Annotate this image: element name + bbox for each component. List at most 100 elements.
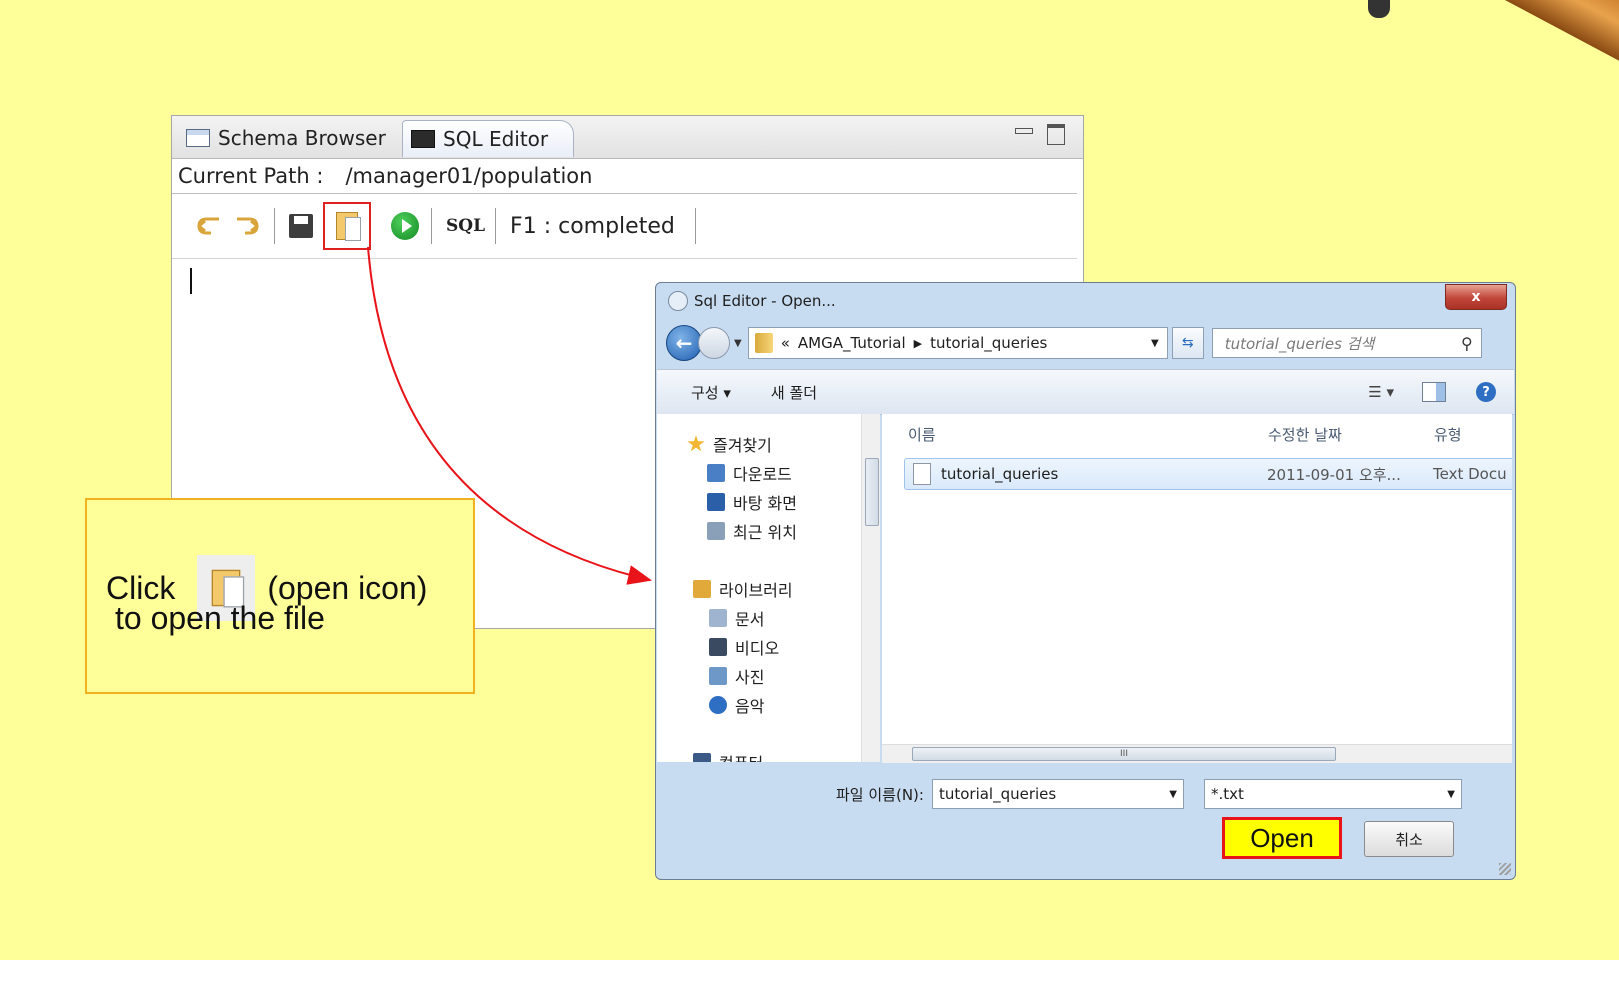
address-row: ← ▼ « AMGA_Tutorial ▶ tutorial_queries ▼… bbox=[666, 325, 1504, 361]
nav-pictures[interactable]: 사진 bbox=[709, 664, 764, 688]
column-header-name[interactable]: 이름 bbox=[908, 424, 936, 445]
navigation-pane: 즐겨찾기 다운로드 바탕 화면 최근 위치 라이브러리 문서 비디오 사진 음악 bbox=[657, 414, 866, 762]
help-icon[interactable]: ? bbox=[1476, 382, 1496, 402]
dialog-app-icon bbox=[668, 291, 688, 311]
run-button[interactable] bbox=[389, 210, 421, 242]
file-list-pane: 이름 수정한 날짜 유형 tutorial_queries 2011-09-01… bbox=[882, 414, 1512, 762]
text-caret bbox=[190, 268, 192, 294]
sql-button[interactable]: SQL bbox=[446, 216, 485, 236]
current-path-value: /manager01/population bbox=[345, 164, 593, 188]
nav-recent-places[interactable]: 최근 위치 bbox=[707, 519, 797, 543]
open-button[interactable]: Open bbox=[1222, 817, 1342, 859]
column-header-type[interactable]: 유형 bbox=[1434, 424, 1462, 445]
filename-row: 파일 이름(N): tutorial_queries ▼ *.txt ▼ bbox=[836, 778, 1496, 810]
nav-documents[interactable]: 문서 bbox=[709, 606, 764, 630]
nav-label: 다운로드 bbox=[733, 465, 792, 484]
search-input[interactable]: tutorial_queries 검색 ⚲ bbox=[1211, 328, 1482, 358]
navigation-scrollbar[interactable] bbox=[861, 414, 880, 762]
filename-dropdown-icon[interactable]: ▼ bbox=[1169, 789, 1177, 800]
nav-libraries[interactable]: 라이브러리 bbox=[693, 577, 793, 601]
preview-pane-icon[interactable] bbox=[1422, 382, 1446, 402]
nav-favorites[interactable]: 즐겨찾기 bbox=[687, 432, 772, 456]
nav-computer[interactable]: 컴퓨터 bbox=[693, 750, 763, 762]
schema-browser-icon bbox=[186, 129, 210, 147]
save-button[interactable] bbox=[285, 210, 317, 242]
redo-icon bbox=[237, 217, 259, 235]
breadcrumb-chevron-icon[interactable]: ▶ bbox=[914, 337, 922, 350]
open-file-button[interactable] bbox=[323, 202, 371, 250]
nav-desktop[interactable]: 바탕 화면 bbox=[707, 490, 797, 514]
nav-label: 사진 bbox=[735, 668, 765, 687]
dialog-close-button[interactable]: x bbox=[1445, 284, 1507, 310]
dialog-title-bar: Sql Editor - Open... bbox=[668, 291, 836, 311]
nav-music[interactable]: 음악 bbox=[709, 693, 764, 717]
recent-places-icon bbox=[707, 522, 725, 540]
tab-schema-browser[interactable]: Schema Browser bbox=[178, 120, 400, 156]
tab-sql-editor[interactable]: SQL Editor bbox=[402, 120, 574, 157]
back-button[interactable]: ← bbox=[666, 325, 702, 361]
nav-label: 라이브러리 bbox=[719, 581, 793, 600]
pencil-tip-decoration bbox=[1368, 0, 1390, 18]
videos-icon bbox=[709, 638, 727, 656]
change-view-icon[interactable]: ☰ ▾ bbox=[1368, 383, 1394, 401]
music-icon bbox=[709, 696, 727, 714]
nav-label: 최근 위치 bbox=[733, 523, 797, 542]
minimize-icon[interactable] bbox=[1015, 128, 1033, 134]
pictures-icon bbox=[709, 667, 727, 685]
redo-button[interactable] bbox=[232, 210, 264, 242]
undo-icon bbox=[197, 217, 219, 235]
tab-label: Schema Browser bbox=[218, 126, 386, 150]
instruction-callout: Click (open icon) to open the file bbox=[85, 498, 475, 694]
horizontal-scroll-thumb[interactable]: III bbox=[912, 747, 1336, 761]
nav-label: 컴퓨터 bbox=[719, 750, 763, 762]
editor-tab-bar: Schema Browser SQL Editor bbox=[172, 116, 1083, 159]
nav-videos[interactable]: 비디오 bbox=[709, 635, 779, 659]
callout-line-2: to open the file bbox=[115, 600, 325, 636]
current-path-bar: Current Path : /manager01/population bbox=[172, 159, 1077, 194]
address-dropdown-icon[interactable]: ▼ bbox=[1151, 338, 1159, 349]
maximize-icon[interactable] bbox=[1047, 124, 1065, 145]
file-type-select[interactable]: *.txt ▼ bbox=[1203, 779, 1462, 809]
toolbar-separator bbox=[431, 208, 432, 244]
forward-button[interactable] bbox=[698, 327, 730, 359]
file-type: Text Docu bbox=[1433, 465, 1507, 483]
desktop-icon bbox=[707, 493, 725, 511]
sql-editor-icon bbox=[411, 130, 435, 148]
column-header-date[interactable]: 수정한 날짜 bbox=[1268, 424, 1342, 445]
current-path-label: Current Path : bbox=[178, 164, 324, 188]
folder-icon bbox=[754, 333, 773, 353]
toolbar-separator bbox=[274, 208, 275, 244]
nav-label: 음악 bbox=[735, 697, 765, 716]
command-bar: 구성 ▾ 새 폴더 ☰ ▾ ? bbox=[657, 369, 1514, 415]
nav-label: 즐겨찾기 bbox=[713, 436, 772, 455]
file-type-value: *.txt bbox=[1210, 785, 1244, 803]
refresh-button[interactable]: ⇆ bbox=[1171, 327, 1204, 359]
new-folder-button[interactable]: 새 폴더 bbox=[771, 382, 817, 403]
breadcrumb-tutorial-queries[interactable]: tutorial_queries bbox=[930, 334, 1047, 352]
dialog-title: Sql Editor - Open... bbox=[694, 292, 836, 310]
file-name: tutorial_queries bbox=[941, 465, 1059, 483]
organize-menu[interactable]: 구성 ▾ bbox=[691, 382, 731, 403]
history-dropdown-icon[interactable]: ▼ bbox=[734, 338, 742, 349]
open-file-dialog: Sql Editor - Open... x ← ▼ « AMGA_Tutori… bbox=[655, 282, 1516, 880]
address-bar[interactable]: « AMGA_Tutorial ▶ tutorial_queries ▼ bbox=[747, 327, 1168, 359]
status-text: F1 : completed bbox=[510, 213, 675, 239]
cancel-button[interactable]: 취소 bbox=[1364, 821, 1454, 857]
breadcrumb-amga-tutorial[interactable]: AMGA_Tutorial bbox=[798, 334, 906, 352]
search-icon[interactable]: ⚲ bbox=[1461, 334, 1473, 353]
computer-icon bbox=[693, 753, 711, 762]
nav-downloads[interactable]: 다운로드 bbox=[707, 461, 792, 485]
resize-grip[interactable] bbox=[1499, 863, 1511, 875]
file-type-dropdown-icon[interactable]: ▼ bbox=[1447, 789, 1455, 800]
filename-input[interactable]: tutorial_queries ▼ bbox=[931, 779, 1184, 809]
toolbar-separator bbox=[495, 208, 497, 244]
file-list-horizontal-scrollbar[interactable]: III bbox=[882, 744, 1512, 763]
toolbar-separator bbox=[694, 208, 696, 244]
nav-label: 비디오 bbox=[735, 639, 780, 658]
search-placeholder: tutorial_queries 검색 bbox=[1224, 334, 1375, 353]
navigation-scroll-thumb[interactable] bbox=[865, 458, 879, 526]
downloads-icon bbox=[707, 464, 725, 482]
slide-bottom-margin bbox=[0, 960, 1619, 991]
undo-button[interactable] bbox=[192, 210, 224, 242]
file-row-tutorial-queries[interactable]: tutorial_queries 2011-09-01 오후... Text D… bbox=[904, 458, 1512, 490]
